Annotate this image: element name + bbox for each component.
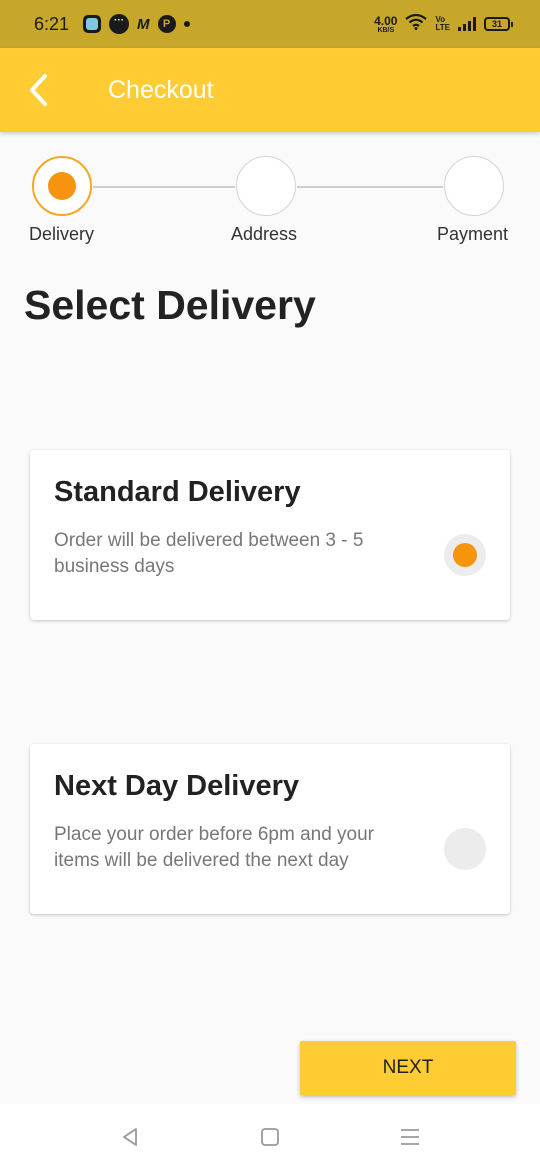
- option-description: Order will be delivered between 3 - 5 bu…: [54, 530, 364, 577]
- volte-bottom: LTE: [435, 23, 450, 32]
- app-notification-icon: [83, 15, 102, 33]
- back-button[interactable]: [8, 60, 68, 120]
- option-title: Next Day Delivery: [54, 770, 300, 802]
- network-speed-unit: KB/S: [377, 26, 395, 34]
- nav-back-button[interactable]: [110, 1117, 150, 1157]
- network-speed-value: 4.00: [374, 13, 398, 28]
- recents-menu-icon: [401, 1129, 419, 1145]
- step-address-label: Address: [231, 224, 298, 244]
- step-payment-label: Payment: [437, 224, 509, 244]
- step-connector: [297, 186, 443, 188]
- next-day-delivery-option[interactable]: Next Day Delivery Place your order befor…: [30, 744, 510, 914]
- next-day-delivery-radio[interactable]: [444, 828, 486, 870]
- wifi-icon: [405, 13, 428, 35]
- cell-signal-icon: [458, 17, 476, 31]
- chat-bubble-icon: ···: [109, 14, 130, 34]
- step-payment-indicator[interactable]: [444, 156, 504, 216]
- notification-icons: ··· M P: [83, 14, 190, 34]
- step-connector: [93, 186, 235, 188]
- checkout-screen: 6:21 ··· M P 4.00 KB/S Vo LTE 31 Checkou…: [0, 0, 540, 1170]
- back-triangle-icon: [123, 1128, 137, 1146]
- section-heading: Select Delivery: [24, 282, 316, 328]
- next-button[interactable]: NEXT: [300, 1041, 516, 1095]
- step-delivery-indicator[interactable]: [32, 156, 92, 216]
- standard-delivery-option[interactable]: Standard Delivery Order will be delivere…: [30, 450, 510, 620]
- option-title: Standard Delivery: [54, 476, 301, 508]
- more-notifications-dot-icon: [183, 21, 190, 27]
- gmail-m-icon: M: [137, 15, 150, 33]
- battery-icon: 31: [484, 17, 513, 31]
- app-bar: Checkout: [0, 48, 540, 132]
- chevron-left-icon: [30, 74, 47, 106]
- step-delivery-label: Delivery: [29, 224, 95, 244]
- option-description: Place your order before 6pm and your ite…: [54, 824, 375, 871]
- status-time: 6:21: [34, 13, 70, 34]
- volte-icon: Vo LTE: [435, 16, 450, 32]
- nav-recents-button[interactable]: [390, 1117, 430, 1157]
- system-icons: 4.00 KB/S Vo LTE 31: [374, 13, 513, 35]
- p-app-icon: P: [157, 15, 176, 33]
- page-title: Checkout: [108, 75, 214, 104]
- system-nav-bar: [0, 1104, 540, 1170]
- step-address-indicator[interactable]: [236, 156, 296, 216]
- standard-delivery-radio[interactable]: [444, 534, 486, 576]
- network-speed: 4.00 KB/S: [374, 15, 397, 34]
- status-bar: 6:21 ··· M P 4.00 KB/S Vo LTE 31: [0, 0, 540, 48]
- home-square-icon: [261, 1128, 279, 1146]
- nav-home-button[interactable]: [250, 1117, 290, 1157]
